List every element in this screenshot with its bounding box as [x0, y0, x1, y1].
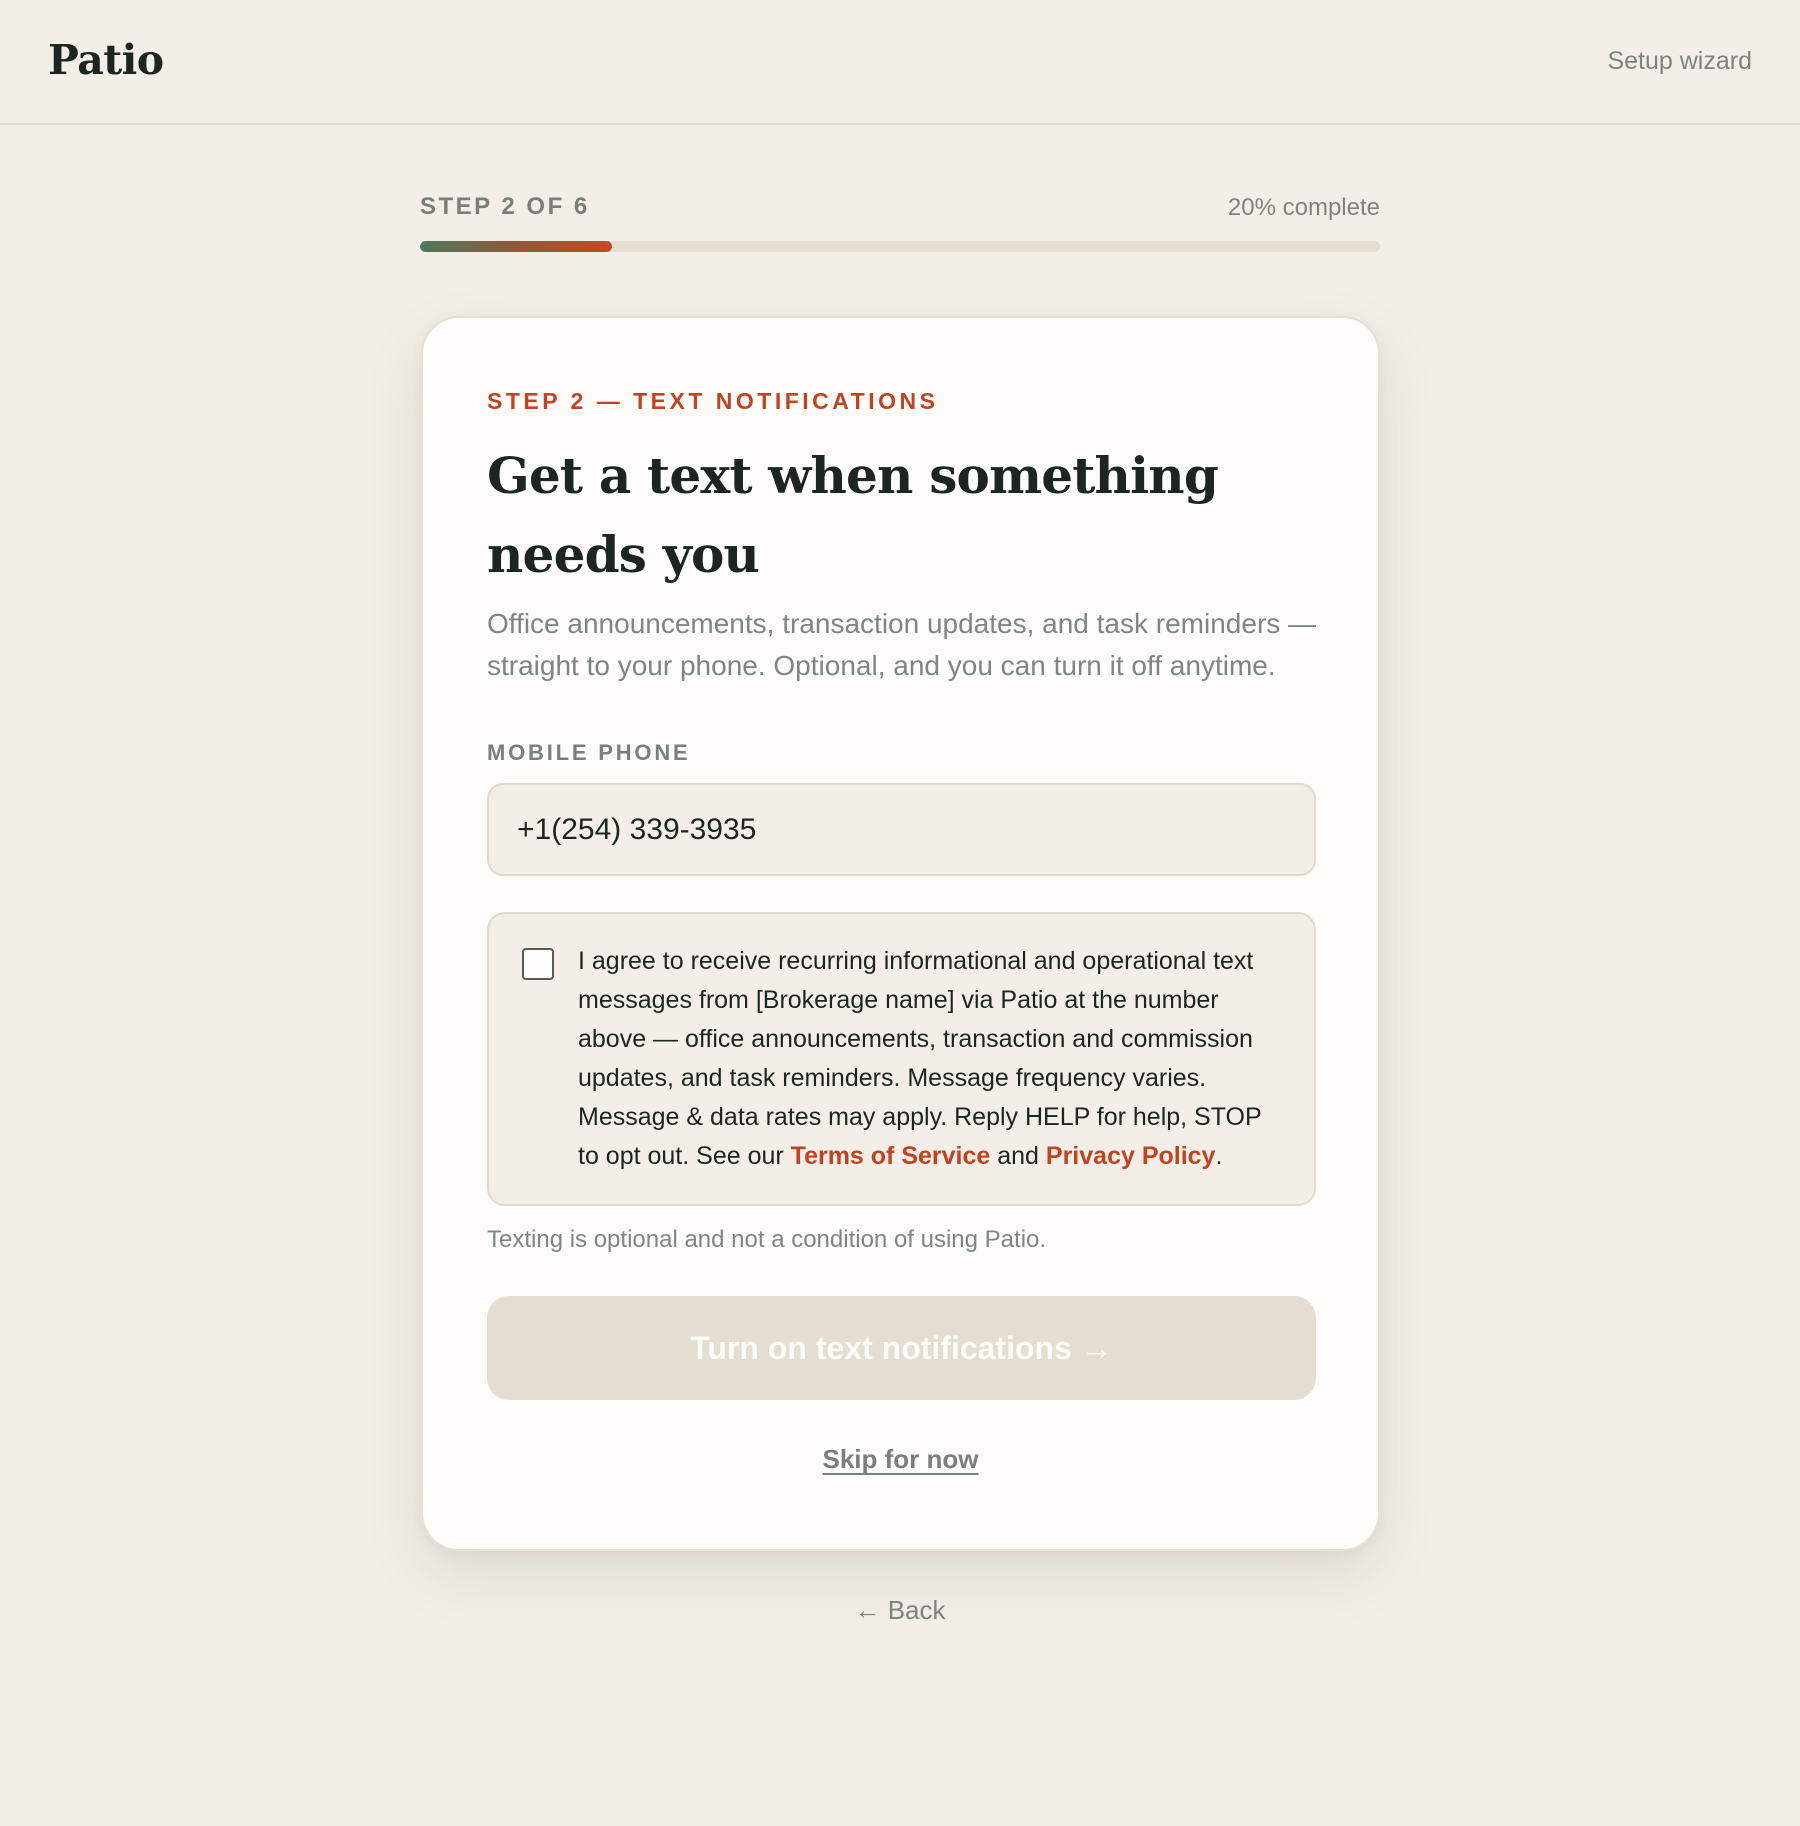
page-title: Get a text when something needs you: [487, 446, 1219, 584]
progress-bar-fill: [420, 241, 612, 252]
page-description: Office announcements, transaction update…: [487, 608, 1317, 681]
privacy-policy-link[interactable]: Privacy Policy: [1046, 1142, 1216, 1170]
consent-box: I agree to receive recurring information…: [487, 912, 1316, 1206]
phone-input[interactable]: [487, 783, 1316, 876]
phone-field-label: MOBILE PHONE: [487, 740, 691, 765]
setup-wizard-label: Setup wizard: [1607, 47, 1752, 75]
back-link[interactable]: ← Back: [0, 1595, 1800, 1626]
consent-checkbox[interactable]: [522, 948, 554, 980]
turn-on-notifications-button[interactable]: Turn on text notifications →: [487, 1296, 1316, 1400]
consent-text-end: .: [1215, 1142, 1223, 1170]
progress-percent: 20% complete: [1227, 194, 1380, 221]
skip-link[interactable]: Skip for now: [423, 1444, 1378, 1475]
consent-text: I agree to receive recurring information…: [578, 942, 1288, 1176]
step-counter: STEP 2 OF 6: [420, 193, 590, 220]
step-eyebrow: STEP 2 — TEXT NOTIFICATIONS: [487, 388, 939, 414]
consent-text-joiner: and: [990, 1142, 1046, 1170]
optional-disclaimer: Texting is optional and not a condition …: [487, 1226, 1047, 1253]
top-bar: Patio Setup wizard: [0, 0, 1800, 125]
progress-bar: [420, 241, 1380, 252]
consent-text-body: I agree to receive recurring information…: [578, 947, 1262, 1170]
brand-logo[interactable]: Patio: [48, 36, 164, 84]
terms-of-service-link[interactable]: Terms of Service: [791, 1142, 991, 1170]
step-card: STEP 2 — TEXT NOTIFICATIONS Get a text w…: [421, 316, 1380, 1551]
